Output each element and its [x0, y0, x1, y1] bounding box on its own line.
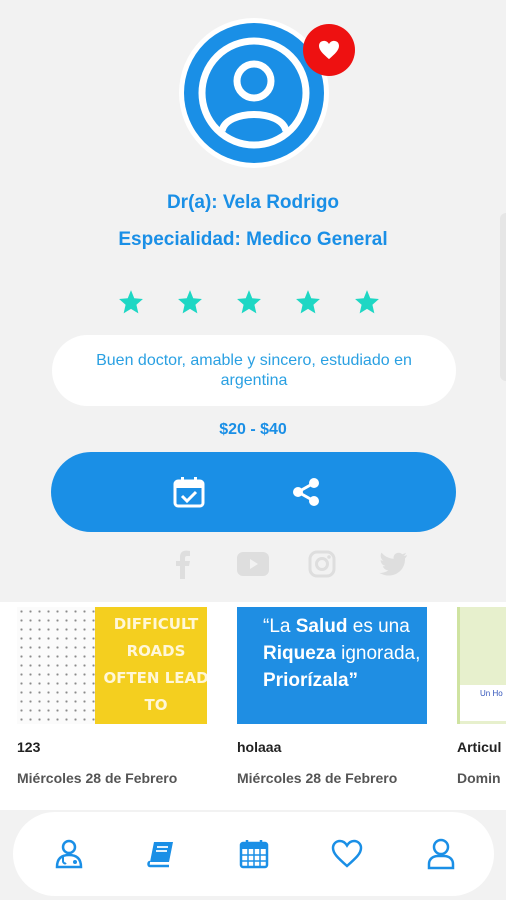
doctor-icon — [55, 839, 83, 869]
article-image: “La Salud es una Riqueza ignorada, Prior… — [237, 607, 427, 724]
youtube-icon — [237, 552, 269, 576]
instagram-link[interactable] — [306, 546, 338, 582]
facebook-link[interactable] — [166, 546, 198, 582]
star-icon — [178, 290, 202, 314]
action-bar — [51, 452, 456, 532]
article-card[interactable]: Un Ho Articul Domin — [457, 607, 506, 786]
article-date: Miércoles 28 de Febrero — [17, 770, 178, 786]
nav-doctors[interactable] — [49, 834, 89, 874]
article-date: Miércoles 28 de Febrero — [237, 770, 398, 786]
article-title: holaaa — [237, 739, 282, 755]
article-image-text: “La Salud es una Riqueza ignorada, Prior… — [263, 616, 421, 691]
user-icon — [198, 37, 310, 149]
article-title: Articul — [457, 739, 502, 755]
share-icon — [293, 478, 319, 506]
twitter-link[interactable] — [376, 546, 410, 582]
edge-panel-handle[interactable] — [500, 213, 506, 381]
nav-articles[interactable] — [141, 834, 181, 874]
doctor-name: Dr(a): Vela Rodrigo — [166, 192, 340, 213]
nav-profile[interactable] — [421, 834, 461, 874]
instagram-icon — [308, 550, 336, 578]
share-button[interactable] — [284, 470, 328, 514]
article-card[interactable]: “La Salud es una Riqueza ignorada, Prior… — [237, 607, 429, 786]
doctor-specialty: Especialidad: Medico General — [118, 229, 388, 250]
youtube-link[interactable] — [236, 546, 270, 582]
article-date: Domin — [457, 770, 501, 786]
nav-favorites[interactable] — [327, 834, 367, 874]
star-icon — [296, 290, 320, 314]
article-image: Un Ho — [457, 607, 506, 724]
article-image-text: DIFFICULT ROADS OFTEN LEAD TO BEAUTIFUL … — [103, 615, 207, 724]
favorite-button[interactable] — [303, 24, 355, 76]
article-card[interactable]: DIFFICULT ROADS OFTEN LEAD TO BEAUTIFUL … — [17, 607, 209, 786]
articles-carousel[interactable]: DIFFICULT ROADS OFTEN LEAD TO BEAUTIFUL … — [0, 602, 506, 810]
doctor-description: Buen doctor, amable y sincero, estudiado… — [52, 335, 456, 406]
article-image: DIFFICULT ROADS OFTEN LEAD TO BEAUTIFUL … — [17, 607, 207, 724]
calendar-icon — [239, 840, 269, 869]
bottom-navigation — [13, 812, 494, 896]
article-image-text: Un Ho — [460, 685, 506, 721]
article-title: 123 — [17, 739, 41, 755]
facebook-icon — [176, 550, 190, 579]
star-icon — [237, 290, 261, 314]
heart-icon — [319, 40, 339, 60]
rating-stars — [118, 289, 380, 323]
heart-outline-icon — [331, 839, 363, 868]
calendar-check-icon — [173, 477, 205, 508]
profile-icon — [427, 838, 455, 870]
star-icon — [119, 290, 143, 314]
nav-calendar[interactable] — [234, 834, 274, 874]
price-range: $20 - $40 — [219, 421, 287, 438]
book-icon — [147, 842, 173, 868]
twitter-icon — [379, 552, 407, 576]
schedule-appointment-button[interactable] — [167, 470, 211, 514]
star-icon — [355, 290, 379, 314]
